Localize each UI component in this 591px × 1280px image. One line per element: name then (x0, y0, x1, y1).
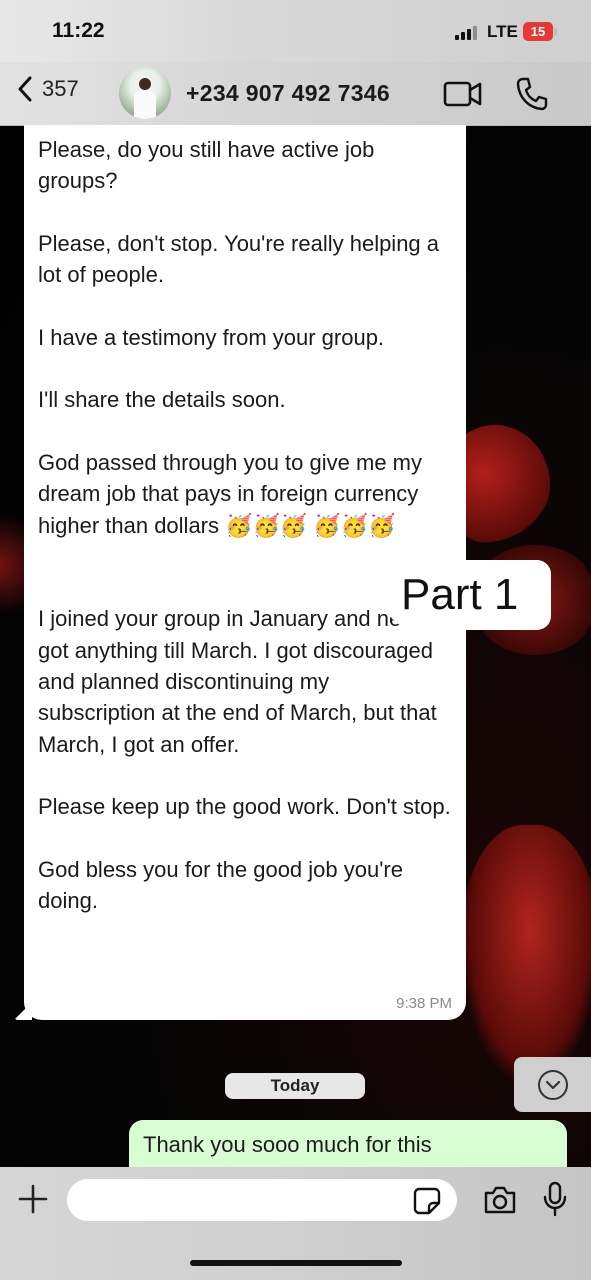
message-paragraph: I joined your group in January and never… (38, 606, 437, 757)
message-timestamp: 9:38 PM (396, 995, 452, 1012)
battery-icon: 15 (523, 22, 557, 41)
phone-icon[interactable] (515, 76, 549, 112)
outgoing-message-text: Thank you sooo much for this (143, 1132, 432, 1157)
sticker-icon[interactable] (412, 1186, 442, 1216)
status-bar: 11:22 LTE 15 (0, 0, 591, 62)
plus-icon[interactable] (16, 1182, 50, 1216)
wallpaper-shape (460, 825, 591, 1085)
network-label: LTE (487, 22, 518, 41)
chat-header: 357 +234 907 492 7346 (0, 62, 591, 126)
message-paragraph: God passed through you to give me my dre… (38, 449, 422, 538)
signal-icon (455, 24, 477, 40)
message-paragraph: Please keep up the good work. Don't stop… (38, 794, 451, 820)
chevron-left-icon (18, 76, 32, 102)
home-indicator (190, 1260, 402, 1266)
message-input[interactable] (67, 1179, 457, 1221)
message-paragraph: Please, don't stop. You're really helpin… (38, 230, 440, 288)
status-time: 11:22 (52, 19, 105, 42)
microphone-icon[interactable] (542, 1181, 568, 1217)
video-call-icon[interactable] (443, 76, 483, 112)
message-paragraph: Please, do you still have active job gro… (38, 137, 375, 194)
scroll-to-bottom-button[interactable] (514, 1057, 591, 1112)
message-paragraph: God bless you for the good job you're do… (38, 856, 403, 914)
unread-count: 357 (42, 76, 79, 101)
camera-icon[interactable] (482, 1184, 518, 1216)
part-label-overlay: Part 1 (383, 560, 551, 630)
message-paragraph: I have a testimony from your group. (38, 324, 385, 350)
back-button[interactable]: 357 (14, 74, 79, 104)
contact-name[interactable]: +234 907 492 7346 (186, 80, 390, 107)
chevron-down-icon (537, 1069, 568, 1100)
date-separator: Today (225, 1073, 365, 1099)
message-paragraph: I'll share the details soon. (38, 387, 286, 413)
avatar[interactable] (119, 67, 171, 119)
